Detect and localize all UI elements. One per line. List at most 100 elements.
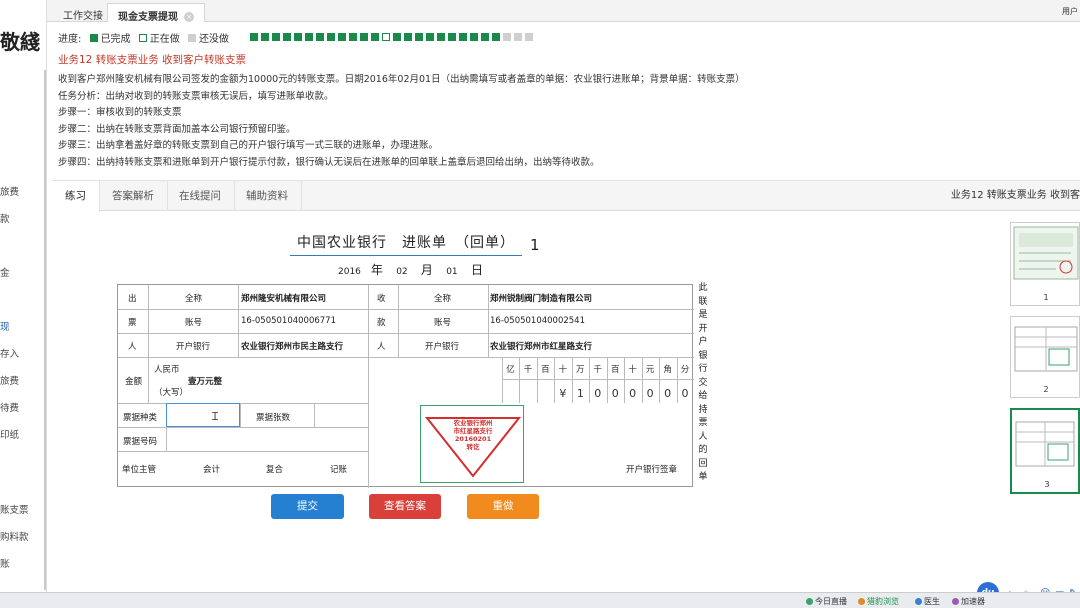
- document-thumbnail-3[interactable]: 3: [1010, 408, 1080, 494]
- date-month[interactable]: 02: [393, 267, 411, 277]
- todo-legend-icon: [187, 33, 196, 42]
- copy-note-char: 行: [698, 364, 708, 374]
- progress-step-done[interactable]: [448, 33, 456, 41]
- sidebar-item[interactable]: 印纸: [0, 427, 19, 441]
- tab-cash-check[interactable]: 现金支票提现 ×: [107, 3, 205, 23]
- progress-step-done[interactable]: [305, 33, 313, 41]
- voucher-date: 2016 年 02 月 01 日: [338, 261, 493, 278]
- copy-note-char: 银: [698, 350, 708, 361]
- bill-type-input[interactable]: Ɪ: [166, 403, 240, 427]
- tab-answer-analysis[interactable]: 答案解析: [99, 181, 168, 211]
- digit-value[interactable]: 0: [675, 387, 695, 400]
- voucher-copy-number: 1: [530, 236, 540, 254]
- copy-note-char: 联: [698, 296, 708, 307]
- form-image-icon: [1015, 421, 1075, 467]
- live-label: 今日直播: [815, 597, 847, 606]
- tab-online-question[interactable]: 在线提问: [166, 181, 235, 211]
- document-thumbnail-2[interactable]: 2: [1010, 316, 1080, 398]
- tab-practice[interactable]: 练习: [52, 181, 100, 212]
- progress-step-done[interactable]: [481, 33, 489, 41]
- date-year[interactable]: 2016: [338, 267, 361, 277]
- browser-icon: [858, 598, 865, 605]
- sidebar-item[interactable]: 旅费: [0, 184, 19, 198]
- payee-bank-field[interactable]: 农业银行郑州市红星路支行: [490, 340, 592, 352]
- payer-bank-label: 开户银行: [176, 342, 211, 352]
- progress-step-done[interactable]: [349, 33, 357, 41]
- progress-step-done[interactable]: [404, 33, 412, 41]
- sidebar-item[interactable]: 款: [0, 211, 10, 225]
- progress-step-done[interactable]: [327, 33, 335, 41]
- payer-bank-field[interactable]: 农业银行郑州市民主路支行: [241, 340, 343, 352]
- progress-step-done[interactable]: [316, 33, 324, 41]
- progress-step-todo[interactable]: [514, 33, 522, 41]
- progress-step-done[interactable]: [338, 33, 346, 41]
- payee-account-label: 账号: [434, 318, 452, 328]
- practice-subtitle: 业务12 转账支票业务 收到客: [950, 190, 1080, 201]
- sidebar-item[interactable]: 购料款: [0, 529, 29, 543]
- progress-step-done[interactable]: [360, 33, 368, 41]
- done-legend-icon: [89, 33, 98, 42]
- payer-name-field[interactable]: 郑州隆安机械有限公司: [241, 292, 326, 304]
- date-day[interactable]: 01: [443, 267, 461, 277]
- tab-work-handover[interactable]: 工作交接: [53, 3, 113, 22]
- payee-name-field[interactable]: 郑州锐制阀门制造有限公司: [490, 292, 592, 304]
- progress-step-done[interactable]: [283, 33, 291, 41]
- progress-step-done[interactable]: [492, 33, 500, 41]
- date-day-label: 日: [470, 263, 483, 277]
- progress-step-doing[interactable]: [382, 33, 390, 41]
- task-description: 业务12 转账支票业务 收到客户转账支票 收到客户郑州隆安机械有限公司签发的金额…: [58, 52, 1058, 172]
- live-button[interactable]: 今日直播: [806, 596, 847, 607]
- sidebar-item[interactable]: 旅费: [0, 373, 19, 387]
- progress-step-done[interactable]: [294, 33, 302, 41]
- progress-step-done[interactable]: [371, 33, 379, 41]
- submit-button[interactable]: 提交: [271, 494, 344, 519]
- progress-step-done[interactable]: [459, 33, 467, 41]
- tab-aux-materials[interactable]: 辅助资料: [233, 181, 302, 211]
- view-answer-button[interactable]: 查看答案: [369, 494, 441, 519]
- redo-button[interactable]: 重做: [467, 494, 539, 519]
- browser-button[interactable]: 猎豹浏览: [858, 596, 899, 607]
- speed-button[interactable]: 加速器: [952, 596, 985, 607]
- speed-icon: [952, 598, 959, 605]
- progress-step-done[interactable]: [272, 33, 280, 41]
- speed-label: 加速器: [961, 597, 985, 606]
- document-thumbnail-1[interactable]: 1: [1010, 222, 1080, 306]
- capital-amount-field[interactable]: 壹万元整: [188, 375, 222, 387]
- sidebar-item[interactable]: 账: [0, 556, 10, 570]
- progress-step-done[interactable]: [393, 33, 401, 41]
- tab-bar: 工作交接 现金支票提现 × 用户: [47, 0, 1080, 23]
- done-legend-label: 已完成: [100, 34, 131, 45]
- payer-side-char: 票: [128, 318, 137, 328]
- close-icon[interactable]: ×: [184, 12, 194, 22]
- progress-step-done[interactable]: [261, 33, 269, 41]
- sidebar-item[interactable]: 现: [0, 319, 10, 333]
- payer-account-field[interactable]: 16-050501040006771: [241, 316, 336, 326]
- payee-account-field[interactable]: 16-050501040002541: [490, 316, 585, 326]
- copy-note-char: 户: [698, 337, 708, 347]
- doctor-button[interactable]: 医生: [915, 596, 940, 607]
- task-line: 步骤三：出纳拿着盖好章的转账支票到自己的开户银行填写一式三联的进账单，办理进账。: [58, 140, 439, 152]
- amount-label: 金额: [125, 377, 143, 387]
- sidebar-scrollbar[interactable]: [44, 70, 46, 590]
- bank-stamp-text: 农业银行郑州 市红星路支行 20160201 转讫: [421, 419, 525, 451]
- status-bar: 今日直播 猎豹浏览 医生 加速器: [0, 592, 1080, 608]
- currency-label: 人民币: [154, 365, 180, 375]
- sidebar-item[interactable]: 待费: [0, 400, 19, 414]
- copy-note-char: 回: [698, 458, 708, 469]
- date-month-label: 月: [420, 263, 433, 277]
- copy-note-char: 人: [698, 431, 708, 442]
- task-line: 收到客户郑州隆安机械有限公司签发的金额为10000元的转账支票。日期2016年0…: [58, 74, 745, 85]
- bank-stamp-area[interactable]: 农业银行郑州 市红星路支行 20160201 转讫: [420, 405, 524, 483]
- progress-step-done[interactable]: [415, 33, 423, 41]
- progress-step-done[interactable]: [250, 33, 258, 41]
- progress-step-done[interactable]: [470, 33, 478, 41]
- progress-step-todo[interactable]: [503, 33, 511, 41]
- progress-step-done[interactable]: [437, 33, 445, 41]
- sidebar-item[interactable]: 存入: [0, 346, 19, 360]
- doctor-label: 医生: [924, 597, 940, 606]
- progress-step-done[interactable]: [426, 33, 434, 41]
- sidebar-item[interactable]: 账支票: [0, 502, 29, 516]
- user-menu[interactable]: 用户: [1062, 6, 1078, 17]
- progress-step-todo[interactable]: [525, 33, 533, 41]
- sidebar-item[interactable]: 金: [0, 265, 10, 279]
